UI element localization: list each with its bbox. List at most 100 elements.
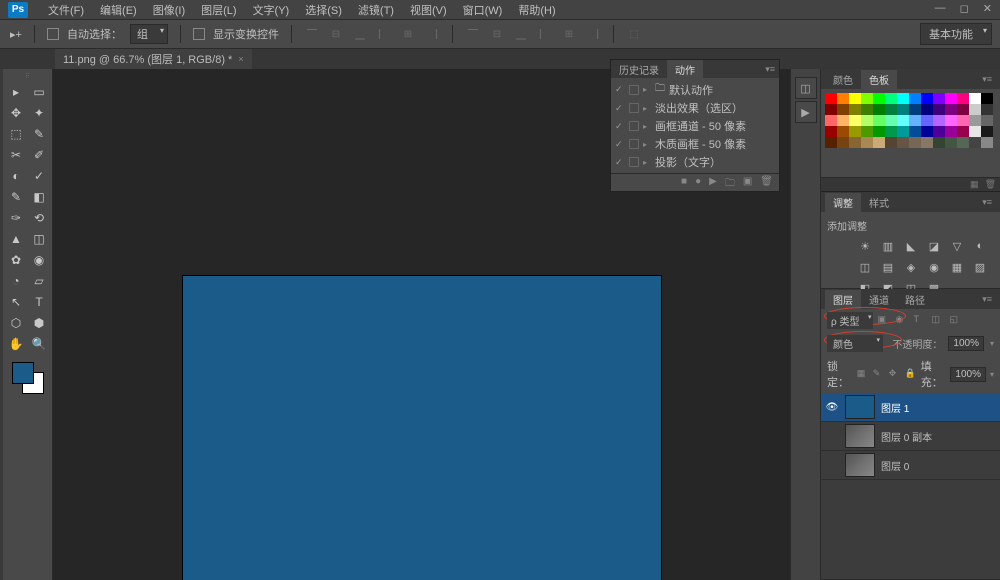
foreground-color[interactable] bbox=[12, 362, 34, 384]
swatch[interactable] bbox=[981, 93, 993, 104]
swatch[interactable] bbox=[849, 104, 861, 115]
swatch[interactable] bbox=[849, 115, 861, 126]
layer-thumbnail[interactable] bbox=[845, 395, 875, 419]
tab-actions[interactable]: 动作 bbox=[667, 60, 703, 79]
swatch[interactable] bbox=[933, 93, 945, 104]
layer-row[interactable]: 图层 0 副本 bbox=[821, 422, 1000, 451]
tool-button[interactable]: ◧ bbox=[28, 187, 50, 207]
swatch[interactable] bbox=[873, 93, 885, 104]
swatch[interactable] bbox=[933, 104, 945, 115]
panel-menu-icon[interactable]: ▾≡ bbox=[978, 294, 996, 305]
panel-menu-icon[interactable]: ▾≡ bbox=[978, 74, 996, 85]
check-icon[interactable]: ✓ bbox=[615, 103, 625, 114]
auto-select-checkbox[interactable] bbox=[47, 28, 59, 40]
tool-button[interactable]: ✎ bbox=[28, 124, 50, 144]
menu-view[interactable]: 视图(V) bbox=[402, 2, 455, 18]
tool-button[interactable]: ⟲ bbox=[28, 208, 50, 228]
tool-button[interactable]: ✐ bbox=[28, 145, 50, 165]
tab-layers[interactable]: 图层 bbox=[825, 290, 861, 309]
layer-filter-dropdown[interactable]: ρ 类型 bbox=[827, 312, 873, 329]
tab-color[interactable]: 颜色 bbox=[825, 70, 861, 89]
check-icon[interactable]: ✓ bbox=[615, 139, 625, 150]
swatch[interactable] bbox=[885, 126, 897, 137]
swatch[interactable] bbox=[873, 126, 885, 137]
swatch[interactable] bbox=[921, 93, 933, 104]
close-button[interactable]: ✕ bbox=[983, 2, 992, 15]
tool-button[interactable]: ✎ bbox=[5, 187, 27, 207]
dialog-toggle[interactable] bbox=[629, 139, 639, 149]
action-row[interactable]: ✓▸淡出效果（选区） bbox=[611, 99, 779, 117]
adjustment-icon[interactable]: ▽ bbox=[949, 239, 965, 253]
layer-filter-icon[interactable]: ◱ bbox=[949, 314, 963, 328]
visibility-toggle[interactable]: 👁 bbox=[825, 400, 839, 414]
adjustment-icon[interactable]: ▨ bbox=[972, 260, 988, 274]
swatch[interactable] bbox=[909, 93, 921, 104]
action-row[interactable]: ✓▸画框通道 - 50 像素 bbox=[611, 117, 779, 135]
tool-button[interactable]: ⬢ bbox=[28, 313, 50, 333]
check-icon[interactable]: ✓ bbox=[615, 157, 625, 168]
layer-name[interactable]: 图层 1 bbox=[881, 400, 909, 415]
swatch[interactable] bbox=[873, 115, 885, 126]
swatch[interactable] bbox=[933, 126, 945, 137]
swatch[interactable] bbox=[969, 126, 981, 137]
actions-panel[interactable]: 历史记录 动作 ▾≡ ✓▸🗀默认动作✓▸淡出效果（选区）✓▸画框通道 - 50 … bbox=[610, 59, 780, 192]
tool-button[interactable]: ↖ bbox=[5, 292, 27, 312]
show-transform-checkbox[interactable] bbox=[193, 28, 205, 40]
menu-help[interactable]: 帮助(H) bbox=[510, 2, 563, 18]
swatch[interactable] bbox=[981, 137, 993, 148]
menu-filter[interactable]: 滤镜(T) bbox=[350, 2, 402, 18]
tool-button[interactable]: ⬚ bbox=[5, 124, 27, 144]
swatch[interactable] bbox=[957, 115, 969, 126]
tab-styles[interactable]: 样式 bbox=[861, 193, 897, 212]
tool-button[interactable]: ▸ bbox=[5, 82, 27, 102]
swatch[interactable] bbox=[837, 137, 849, 148]
new-icon[interactable]: ▣ bbox=[743, 176, 752, 189]
swatch[interactable] bbox=[957, 93, 969, 104]
swatch[interactable] bbox=[825, 126, 837, 137]
adjustment-icon[interactable]: ◐ bbox=[972, 239, 988, 253]
layer-name[interactable]: 图层 0 副本 bbox=[881, 429, 932, 444]
menu-type[interactable]: 文字(Y) bbox=[245, 2, 298, 18]
adjustment-icon[interactable]: ◣ bbox=[903, 239, 919, 253]
swatch[interactable] bbox=[849, 93, 861, 104]
tool-button[interactable]: ▱ bbox=[28, 271, 50, 291]
adjustment-icon[interactable]: ▦ bbox=[949, 260, 965, 274]
expand-icon[interactable]: ▸ bbox=[643, 122, 651, 131]
tool-button[interactable]: ▭ bbox=[28, 82, 50, 102]
swatch[interactable] bbox=[837, 115, 849, 126]
swatch[interactable] bbox=[861, 137, 873, 148]
swatch[interactable] bbox=[969, 93, 981, 104]
swatch[interactable] bbox=[825, 104, 837, 115]
swatch[interactable] bbox=[921, 115, 933, 126]
auto-select-dropdown[interactable]: 组 bbox=[130, 24, 168, 44]
dialog-toggle[interactable] bbox=[629, 85, 639, 95]
tool-button[interactable]: ◉ bbox=[28, 250, 50, 270]
swatch[interactable] bbox=[873, 137, 885, 148]
swatch[interactable] bbox=[945, 93, 957, 104]
trash-icon[interactable]: 🗑 bbox=[760, 176, 773, 189]
swatch[interactable] bbox=[885, 93, 897, 104]
swatch[interactable] bbox=[981, 104, 993, 115]
record-icon[interactable]: ● bbox=[695, 176, 701, 189]
swatch[interactable] bbox=[921, 126, 933, 137]
tab-adjustments[interactable]: 调整 bbox=[825, 193, 861, 212]
expand-icon[interactable]: ▸ bbox=[643, 158, 651, 167]
tab-paths[interactable]: 路径 bbox=[897, 290, 933, 309]
3d-icon[interactable]: ⬚ bbox=[626, 27, 642, 41]
lock-icon[interactable]: ✎ bbox=[873, 368, 885, 380]
tool-button[interactable]: ✥ bbox=[5, 103, 27, 123]
layer-filter-icon[interactable]: ◫ bbox=[931, 314, 945, 328]
menu-image[interactable]: 图像(I) bbox=[145, 2, 193, 18]
adjustment-icon[interactable]: ◫ bbox=[857, 260, 873, 274]
swatch[interactable] bbox=[861, 115, 873, 126]
visibility-toggle[interactable] bbox=[825, 429, 839, 443]
tab-channels[interactable]: 通道 bbox=[861, 290, 897, 309]
swatch[interactable] bbox=[885, 104, 897, 115]
swatch[interactable] bbox=[921, 104, 933, 115]
tool-button[interactable]: ✓ bbox=[28, 166, 50, 186]
align-right-icon[interactable]: ⎹ bbox=[424, 27, 440, 41]
swatch[interactable] bbox=[957, 137, 969, 148]
swatch[interactable] bbox=[897, 137, 909, 148]
dist-left-icon[interactable]: ⎸ bbox=[537, 27, 553, 41]
action-row[interactable]: ✓▸木质画框 - 50 像素 bbox=[611, 135, 779, 153]
